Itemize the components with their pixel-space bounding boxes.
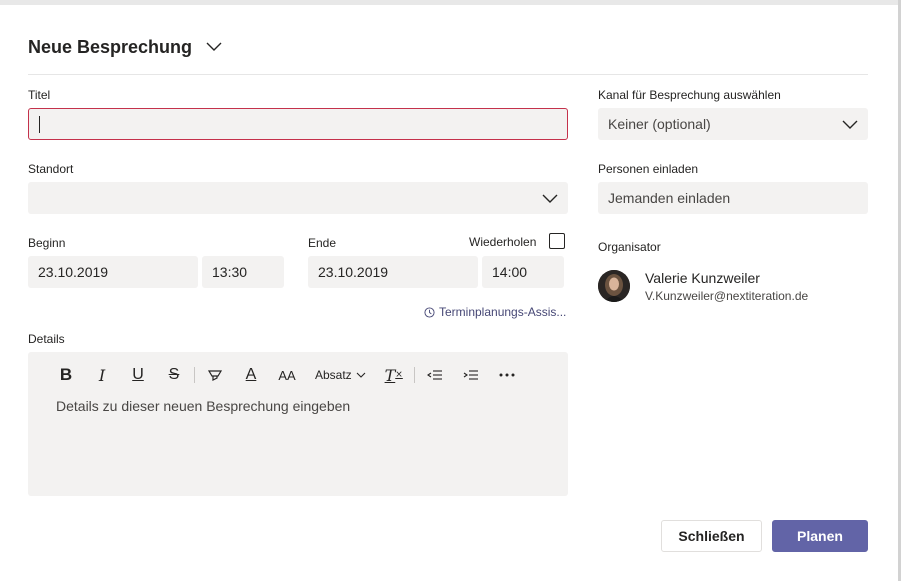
header-divider xyxy=(28,74,868,75)
organizer-name: Valerie Kunzweiler xyxy=(645,270,760,286)
location-label: Standort xyxy=(28,162,74,176)
increase-indent-button[interactable] xyxy=(453,364,489,386)
strikethrough-button[interactable]: S xyxy=(156,364,192,386)
font-color-button[interactable]: A xyxy=(233,364,269,386)
channel-label: Kanal für Besprechung auswählen xyxy=(598,88,781,102)
organizer-email: V.Kunzweiler@nextiteration.de xyxy=(645,289,809,303)
toolbar-separator xyxy=(413,367,415,383)
details-placeholder: Details zu dieser neuen Besprechung eing… xyxy=(56,398,351,414)
text-caret xyxy=(39,116,40,133)
scheduling-assistant-label: Terminplanungs-Assis... xyxy=(439,305,567,319)
dialog-header: Neue Besprechung xyxy=(28,36,224,58)
channel-value: Keiner (optional) xyxy=(608,116,711,132)
start-date-value: 23.10.2019 xyxy=(38,264,109,280)
highlighter-icon xyxy=(207,370,223,381)
decrease-indent-button[interactable] xyxy=(417,364,453,386)
bold-button[interactable]: B xyxy=(48,364,84,386)
title-input[interactable] xyxy=(28,108,568,140)
background-app-strip xyxy=(0,0,901,5)
invite-people-input[interactable]: Jemanden einladen xyxy=(598,182,868,214)
chevron-down-icon xyxy=(356,372,366,378)
repeat-label: Wiederholen xyxy=(469,235,537,249)
paragraph-label: Absatz xyxy=(315,368,352,382)
ellipsis-icon xyxy=(499,373,515,377)
clock-icon xyxy=(424,306,435,318)
clear-x-icon: × xyxy=(395,370,403,380)
clear-format-label: T xyxy=(384,365,396,385)
paragraph-dropdown[interactable]: Absatz xyxy=(315,368,366,382)
end-time-value: 14:00 xyxy=(492,264,528,280)
invite-label: Personen einladen xyxy=(598,162,699,176)
details-editor[interactable]: B I U S A AA Absatz T × Details zu diese… xyxy=(28,352,568,496)
font-size-button[interactable]: AA xyxy=(269,364,305,386)
user-photo-icon xyxy=(598,270,630,302)
repeat-checkbox[interactable] xyxy=(549,233,565,249)
start-time-value: 13:30 xyxy=(212,264,248,280)
location-select[interactable] xyxy=(28,182,568,214)
avatar xyxy=(598,270,630,302)
invite-placeholder: Jemanden einladen xyxy=(608,190,731,206)
clear-format-button[interactable]: T × xyxy=(376,364,412,386)
chevron-down-icon xyxy=(542,194,558,203)
end-time-input[interactable]: 14:00 xyxy=(482,256,564,288)
channel-select[interactable]: Keiner (optional) xyxy=(598,108,868,140)
details-label: Details xyxy=(28,332,65,346)
outdent-icon xyxy=(426,370,442,380)
underline-button[interactable]: U xyxy=(120,364,156,386)
toolbar-separator xyxy=(194,367,195,383)
format-toolbar: B I U S A AA Absatz T × xyxy=(48,364,525,386)
plan-button[interactable]: Planen xyxy=(772,520,868,552)
start-date-input[interactable]: 23.10.2019 xyxy=(28,256,198,288)
more-options-button[interactable] xyxy=(489,364,525,386)
italic-button[interactable]: I xyxy=(84,364,120,386)
highlight-button[interactable] xyxy=(197,364,233,386)
indent-icon xyxy=(463,370,478,380)
title-label: Titel xyxy=(28,88,51,102)
chevron-down-icon xyxy=(842,120,858,129)
close-button[interactable]: Schließen xyxy=(661,520,762,552)
dialog-title: Neue Besprechung xyxy=(28,36,193,57)
scheduling-assistant-link[interactable]: Terminplanungs-Assis... xyxy=(424,305,566,319)
organizer-label: Organisator xyxy=(598,240,661,254)
end-label: Ende xyxy=(308,236,337,250)
start-time-input[interactable]: 13:30 xyxy=(202,256,284,288)
end-date-input[interactable]: 23.10.2019 xyxy=(308,256,478,288)
chevron-down-icon[interactable] xyxy=(206,38,224,56)
start-label: Beginn xyxy=(28,236,66,250)
end-date-value: 23.10.2019 xyxy=(318,264,389,280)
